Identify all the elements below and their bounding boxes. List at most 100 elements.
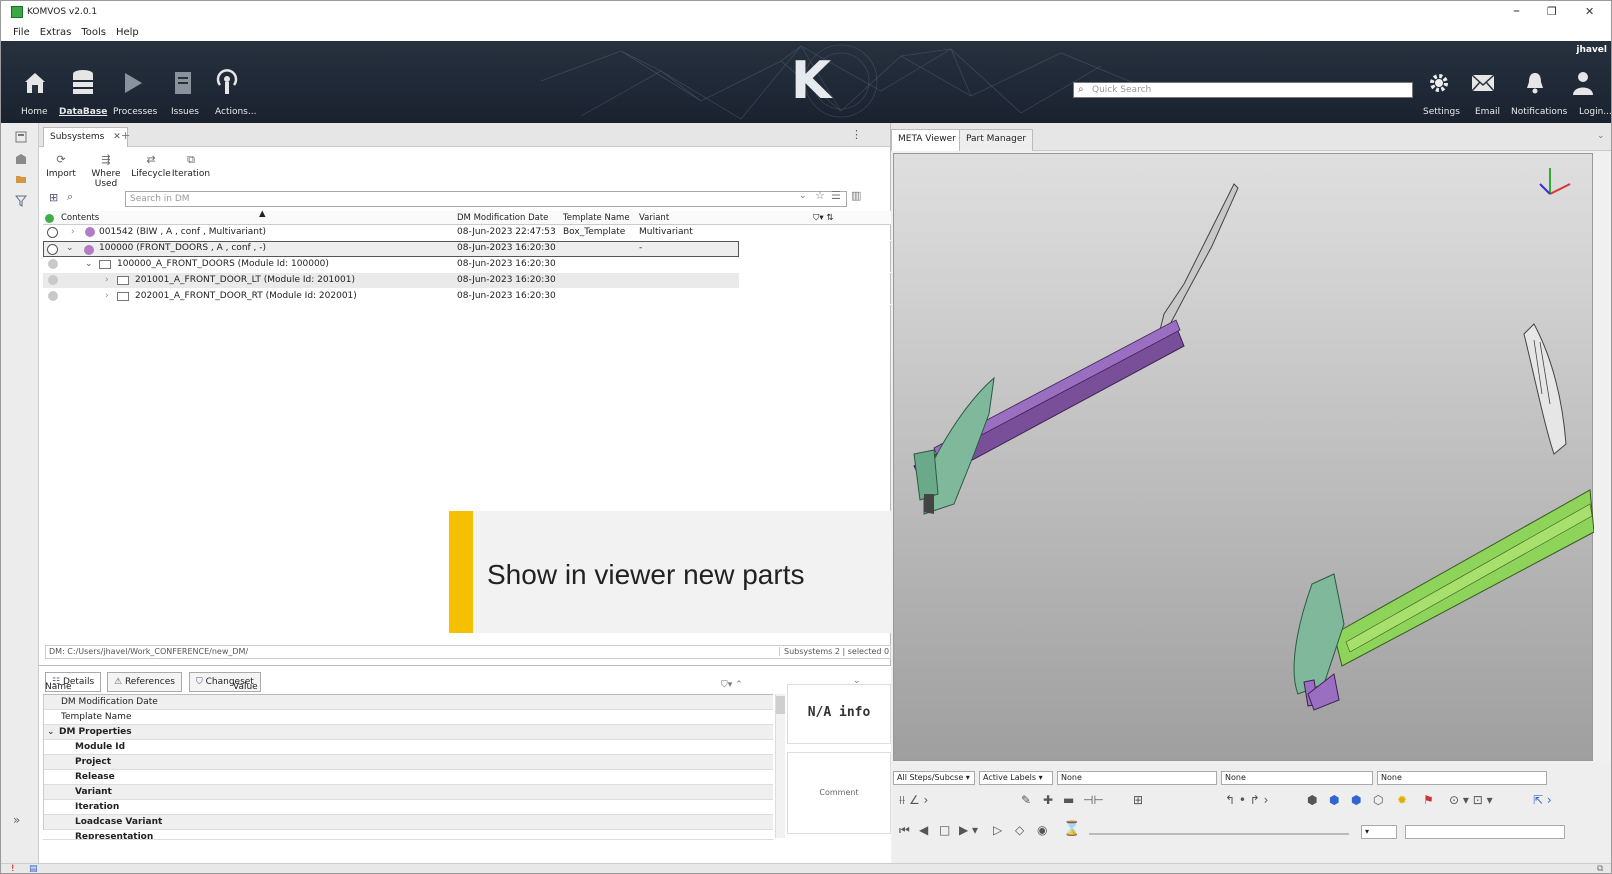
pen-tool-icon[interactable]: ✎ xyxy=(1021,793,1031,807)
property-row[interactable]: Loadcase Variant xyxy=(43,815,773,830)
issues-button[interactable] xyxy=(163,63,203,103)
wireframe-mode-icon[interactable]: ⬢ xyxy=(1329,793,1339,807)
columns-view-icon[interactable]: ☰ xyxy=(831,189,841,202)
steps-select[interactable]: All Steps/Subcse ▾ xyxy=(893,771,975,785)
playback-next-icon[interactable]: ▷ xyxy=(993,823,1002,837)
labels-select[interactable]: Active Labels ▾ xyxy=(979,771,1053,785)
view-options-icon[interactable]: ⊙ ▾ ⊡ ▾ xyxy=(1449,793,1493,807)
add-tab-icon[interactable]: + xyxy=(121,129,130,142)
viewer-dropdown-icon[interactable]: ⌄ xyxy=(1597,131,1605,141)
expand-arrow-icon[interactable]: › xyxy=(105,291,109,301)
property-row[interactable]: DM Modification Date xyxy=(43,695,773,710)
playback-prev-icon[interactable]: ◀ xyxy=(919,823,928,837)
playback-stop-icon[interactable]: □ xyxy=(939,823,950,837)
close-tab-icon[interactable]: ✕ xyxy=(113,132,121,142)
expand-arrow-icon[interactable]: › xyxy=(105,275,109,285)
timeline-slider[interactable] xyxy=(1089,833,1349,835)
menu-help[interactable]: Help xyxy=(116,27,139,38)
email-button[interactable] xyxy=(1463,63,1503,103)
3d-viewport[interactable] xyxy=(893,153,1595,761)
notifications-button[interactable] xyxy=(1515,63,1555,103)
ribbon-label-database[interactable]: DataBase xyxy=(59,107,107,117)
ribbon-label-home[interactable]: Home xyxy=(21,107,48,117)
collapse-arrow-icon[interactable]: ⌄ xyxy=(85,259,93,269)
collapse-arrow-icon[interactable]: ⌄ xyxy=(66,243,74,253)
filter-icon[interactable] xyxy=(15,195,27,207)
comment-card[interactable]: Comment xyxy=(787,752,891,834)
database-button[interactable] xyxy=(63,63,103,103)
panel-menu-icon[interactable]: ⋮ xyxy=(851,128,862,141)
ribbon-label-login[interactable]: Login... xyxy=(1579,107,1611,117)
layout-toggle-icon[interactable]: ▥ xyxy=(851,189,861,202)
edit-tools-icon[interactable]: ⟊⟊ ∠ › xyxy=(899,793,928,808)
lifecycle-button[interactable]: ⇄ Lifecycle xyxy=(131,153,171,179)
property-row[interactable]: Project xyxy=(43,755,773,770)
table-row-selected[interactable]: ⌄ 100000 (FRONT_DOORS , A , conf , -) 08… xyxy=(43,241,739,257)
name-column-header[interactable]: Name xyxy=(45,682,72,692)
playback-play-icon[interactable]: ▶ ▾ xyxy=(959,823,978,837)
table-row[interactable]: › 001542 (BIW , A , conf , Multivariant)… xyxy=(43,225,891,241)
warning-icon[interactable]: ! xyxy=(11,864,15,873)
light-icon[interactable]: ✹ xyxy=(1397,793,1407,807)
filter-icon[interactable]: ⛉▾ ⇅ xyxy=(813,213,833,223)
table-row[interactable]: › 202001_A_FRONT_DOOR_RT (Module Id: 202… xyxy=(43,289,891,305)
property-row[interactable]: Template Name xyxy=(43,710,773,725)
search-options-icon[interactable]: ⌕ xyxy=(67,190,73,204)
property-row[interactable]: Iteration xyxy=(43,800,773,815)
transparent-mode-icon[interactable]: ⬡ xyxy=(1373,793,1383,807)
frame-select[interactable]: ▾ xyxy=(1361,825,1397,839)
add-icon[interactable]: ✚ xyxy=(1043,793,1053,807)
grid-view-icon[interactable]: ⊞ xyxy=(1133,793,1143,807)
tab-meta-viewer[interactable]: META Viewer xyxy=(891,129,963,151)
search-dropdown-icon[interactable]: ⌄ xyxy=(799,191,807,201)
column-header-contents[interactable]: Contents xyxy=(61,213,99,223)
processes-button[interactable] xyxy=(113,63,153,103)
remove-icon[interactable]: ▬ xyxy=(1063,793,1074,807)
property-group-row[interactable]: ⌄ DM Properties xyxy=(43,725,773,740)
iteration-button[interactable]: ⧉ Iteration xyxy=(171,153,211,179)
ribbon-label-issues[interactable]: Issues xyxy=(171,107,199,117)
close-button[interactable]: ✕ xyxy=(1585,5,1594,18)
playback-first-icon[interactable]: ⏮ xyxy=(899,823,910,838)
ribbon-label-actions[interactable]: Actions... xyxy=(215,107,256,117)
properties-scrollbar[interactable] xyxy=(775,694,785,838)
maximize-button[interactable]: ❐ xyxy=(1547,5,1557,18)
login-button[interactable] xyxy=(1563,63,1603,103)
import-button[interactable]: ⟳ Import xyxy=(41,153,81,179)
library-icon[interactable] xyxy=(15,153,27,165)
row-radio[interactable] xyxy=(47,227,58,238)
tertiary-select[interactable]: None xyxy=(1377,771,1547,785)
expand-arrow-icon[interactable]: › xyxy=(71,227,75,237)
details-filter-icon[interactable]: ⛉▾ ⌃ xyxy=(721,680,743,690)
step-icons[interactable]: ↰ • ↱ › xyxy=(1225,793,1268,807)
ribbon-label-settings[interactable]: Settings xyxy=(1423,107,1460,117)
dm-browser-icon[interactable] xyxy=(15,131,27,143)
property-row[interactable]: Release xyxy=(43,770,773,785)
menu-tools[interactable]: Tools xyxy=(81,27,106,38)
split-icon[interactable]: ⊣⊢ xyxy=(1083,793,1104,807)
ribbon-label-email[interactable]: Email xyxy=(1475,107,1500,117)
column-header-variant[interactable]: Variant xyxy=(639,213,669,223)
favorite-star-icon[interactable]: ☆ xyxy=(815,189,825,202)
solid-mode-icon[interactable]: ⬢ xyxy=(1351,793,1361,807)
shaded-mode-icon[interactable]: ⬢ xyxy=(1307,793,1317,807)
tab-part-manager[interactable]: Part Manager xyxy=(959,129,1034,151)
tree-view-icon[interactable]: ⊞ xyxy=(49,191,58,204)
folder-icon[interactable] xyxy=(15,173,27,185)
menu-extras[interactable]: Extras xyxy=(40,27,72,38)
tab-subsystems[interactable]: Subsystems ✕ xyxy=(43,127,128,147)
column-header-modification-date[interactable]: DM Modification Date xyxy=(457,213,548,223)
quick-search-input[interactable]: ⌕ Quick Search xyxy=(1073,82,1413,98)
actions-button[interactable] xyxy=(207,63,247,103)
table-row[interactable]: › 201001_A_FRONT_DOOR_LT (Module Id: 201… xyxy=(43,273,739,289)
color-by-select[interactable]: None xyxy=(1057,771,1217,785)
resize-grip-icon[interactable]: ⧉ xyxy=(1597,864,1603,873)
dm-search-input[interactable]: Search in DM xyxy=(125,191,847,207)
table-row[interactable]: ⌄ 100000_A_FRONT_DOORS (Module Id: 10000… xyxy=(43,257,891,273)
ribbon-label-processes[interactable]: Processes xyxy=(113,107,157,117)
where-used-button[interactable]: ⇶ Where Used xyxy=(81,153,131,189)
property-row[interactable]: Variant xyxy=(43,785,773,800)
info-icon[interactable]: ▤ xyxy=(29,864,38,873)
expand-panel-icon[interactable]: » xyxy=(13,813,20,827)
row-radio[interactable] xyxy=(47,244,58,255)
